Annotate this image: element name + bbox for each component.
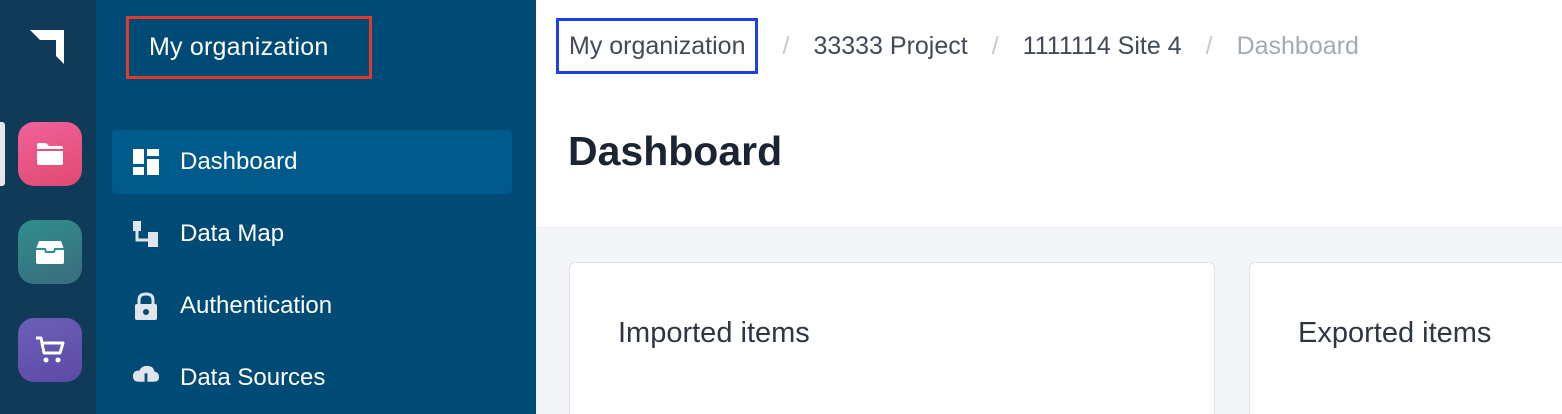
breadcrumb-separator: / xyxy=(782,31,790,60)
archive-box-icon xyxy=(36,241,64,264)
app-projects-button[interactable] xyxy=(18,122,82,186)
data-map-icon xyxy=(132,220,160,248)
sidebar-item-label: Data Sources xyxy=(180,364,326,391)
sidebar-item-authentication[interactable]: Authentication xyxy=(112,274,512,338)
app-marketplace-button[interactable] xyxy=(18,318,82,382)
app-rail xyxy=(0,0,96,414)
sidebar: My organization Dashboard Data Map Authe… xyxy=(96,0,536,414)
page-title: Dashboard xyxy=(568,128,783,174)
folder-icon xyxy=(37,143,63,165)
lock-icon xyxy=(132,292,160,320)
sidebar-item-label: Authentication xyxy=(180,292,333,319)
imported-items-card: Imported items xyxy=(569,262,1215,414)
card-title: Imported items xyxy=(618,317,810,349)
breadcrumb: My organization / 33333 Project / 111111… xyxy=(556,18,1359,74)
logo-icon[interactable] xyxy=(28,26,68,66)
breadcrumb-project[interactable]: 33333 Project xyxy=(813,32,967,61)
app-storage-button[interactable] xyxy=(18,220,82,284)
main-content: My organization / 33333 Project / 111111… xyxy=(536,0,1562,414)
breadcrumb-site[interactable]: 1111114 Site 4 xyxy=(1023,32,1182,61)
page-header: My organization / 33333 Project / 111111… xyxy=(536,0,1562,228)
dashboard-grid-icon xyxy=(132,148,160,176)
card-title: Exported items xyxy=(1298,317,1492,349)
sidebar-item-data-sources[interactable]: Data Sources xyxy=(112,346,512,410)
exported-items-card: Exported items xyxy=(1249,262,1562,414)
sidebar-item-label: Dashboard xyxy=(180,148,298,175)
breadcrumb-current: Dashboard xyxy=(1236,31,1359,60)
cart-icon xyxy=(36,336,65,363)
breadcrumb-separator: / xyxy=(991,31,999,60)
rail-active-indicator xyxy=(0,122,5,186)
breadcrumb-separator: / xyxy=(1205,31,1213,60)
sidebar-item-dashboard[interactable]: Dashboard xyxy=(112,130,512,194)
download-cloud-icon xyxy=(132,364,160,392)
organization-title[interactable]: My organization xyxy=(126,16,372,79)
breadcrumb-organization[interactable]: My organization xyxy=(556,18,759,74)
sidebar-item-label: Data Map xyxy=(180,220,285,247)
sidebar-item-data-map[interactable]: Data Map xyxy=(112,202,512,266)
